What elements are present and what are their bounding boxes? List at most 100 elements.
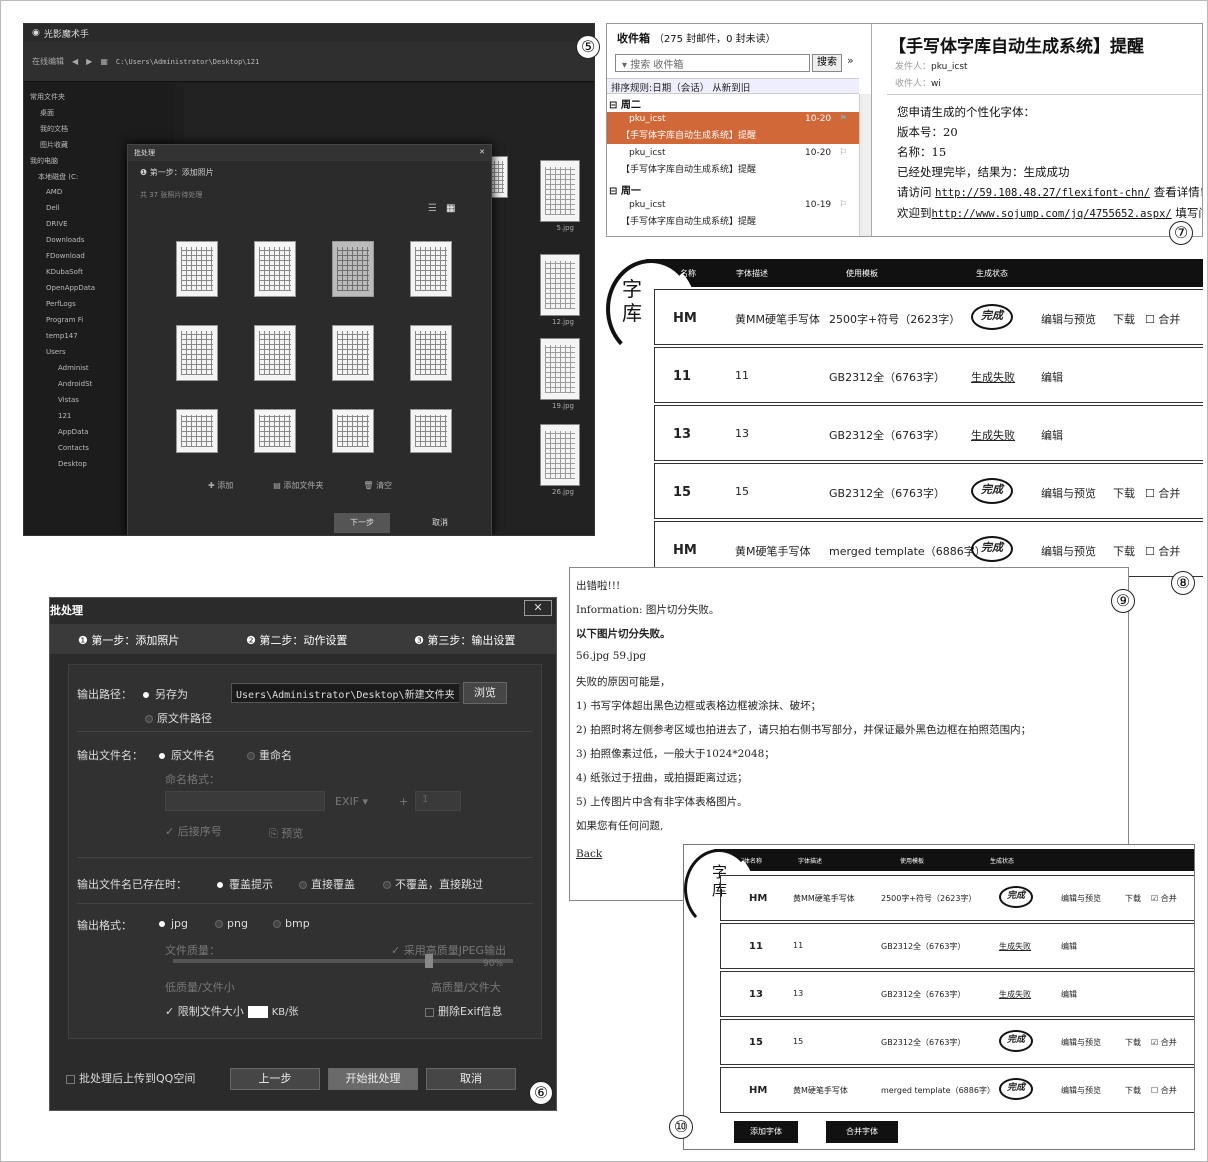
edit-link[interactable]: 编辑 [1061, 989, 1077, 1000]
png-radio[interactable]: png [215, 917, 248, 930]
merge-checkbox[interactable]: ☐ 合并 [1145, 543, 1180, 559]
step-2[interactable]: ❷ 第二步：动作设置 [246, 632, 347, 648]
photo-item[interactable] [176, 409, 218, 453]
photo-item[interactable] [332, 325, 374, 381]
merge-checkbox[interactable]: ☐ 合并 [1145, 311, 1180, 327]
limit-size-checkbox[interactable]: ✓ 限制文件大小 KB/张 [165, 1003, 299, 1019]
group-header[interactable]: ⊟ 周一 [609, 182, 641, 197]
add-button[interactable]: ✚ 添加 [208, 480, 233, 491]
download-link[interactable]: 下载 [1125, 1085, 1141, 1096]
edit-link[interactable]: 编辑与预览 [1041, 311, 1096, 327]
append-seq-checkbox[interactable]: ✓ 后接序号 [165, 823, 222, 839]
merge-checkbox[interactable]: ☐ 合并 [1145, 485, 1180, 501]
thumbnail[interactable] [540, 424, 580, 486]
hq-jpeg-checkbox[interactable]: ✓ 采用高质量JPEG输出 [391, 942, 506, 958]
size-limit-field[interactable] [247, 1006, 268, 1018]
path-bar[interactable]: C:\Users\Administrator\Desktop\121 [116, 58, 259, 66]
group-header[interactable]: ⊟ 周二 [609, 96, 641, 111]
step-1[interactable]: ❶ 第一步：添加照片 [78, 632, 179, 648]
next-button[interactable]: 下一步 [334, 513, 390, 533]
photo-item[interactable] [254, 409, 296, 453]
photo-item[interactable] [176, 241, 218, 297]
quality-slider[interactable] [173, 959, 513, 963]
output-path-field[interactable]: Users\Administrator\Desktop\新建文件夹 [231, 683, 475, 703]
original-name-radio[interactable]: 原文件名 [157, 747, 215, 763]
sort-bar[interactable]: 排序规则:日期（会话） 从新到旧 [607, 78, 859, 94]
download-link[interactable]: 下载 [1113, 311, 1135, 327]
photo-item[interactable] [254, 325, 296, 381]
remove-exif-checkbox[interactable]: 删除Exif信息 [425, 1003, 502, 1019]
search-button[interactable]: 搜索 [812, 54, 842, 72]
survey-link[interactable]: http://www.sojump.com/jq/4755652.aspx/ [932, 208, 1172, 220]
flag-icon[interactable]: ⚐ [839, 148, 847, 158]
original-path-radio[interactable]: 原文件路径 [145, 710, 212, 726]
expand-icon[interactable]: » [847, 54, 854, 67]
flag-icon[interactable]: ⚐ [839, 200, 847, 210]
preview-button[interactable]: ⎘ 预览 [269, 825, 303, 841]
add-font-button[interactable]: 添加字体 [734, 1121, 798, 1143]
quality-slider-handle[interactable] [425, 954, 433, 968]
photo-item[interactable] [254, 241, 296, 297]
step-3[interactable]: ❸ 第三步：输出设置 [414, 632, 515, 648]
overwrite-radio[interactable]: 直接覆盖 [299, 876, 355, 892]
exif-dropdown[interactable]: EXIF ▾ [335, 795, 368, 808]
back-arrow-icon[interactable]: ◀ [72, 57, 78, 66]
mail-item[interactable]: pku_icst 10-20 ⚐ 【手写体字库自动生成系统】提醒 [607, 146, 859, 178]
skip-radio[interactable]: 不覆盖，直接跳过 [383, 876, 483, 892]
rename-radio[interactable]: 重命名 [247, 747, 292, 763]
edit-link[interactable]: 编辑与预览 [1061, 893, 1101, 904]
merge-checkbox[interactable]: ☐ 合并 [1151, 1085, 1177, 1096]
edit-link[interactable]: 编辑与预览 [1061, 1037, 1101, 1048]
edit-link[interactable]: 编辑 [1061, 941, 1077, 952]
thumbnail[interactable] [540, 160, 580, 222]
overwrite-prompt-radio[interactable]: 覆盖提示 [215, 876, 273, 892]
edit-link[interactable]: 编辑 [1041, 427, 1063, 443]
folder-tree-item[interactable]: 桌面 [30, 108, 168, 124]
prev-button[interactable]: 上一步 [230, 1068, 320, 1090]
edit-link[interactable]: 编辑 [1041, 369, 1063, 385]
photo-item[interactable] [410, 325, 452, 381]
thumbnail[interactable] [540, 254, 580, 316]
photo-item[interactable] [332, 409, 374, 453]
save-as-radio[interactable]: 另存为 [141, 686, 188, 702]
scrollbar[interactable] [859, 94, 871, 236]
naming-format-field[interactable] [165, 791, 325, 811]
cancel-button[interactable]: 取消 [426, 1068, 516, 1090]
browse-button[interactable]: 浏览 [463, 682, 507, 704]
forward-arrow-icon[interactable]: ▶ [86, 57, 92, 66]
thumbnail[interactable] [540, 338, 580, 400]
back-link[interactable]: Back [576, 848, 602, 860]
jpg-radio[interactable]: jpg [157, 917, 188, 930]
add-folder-button[interactable]: ▤ 添加文件夹 [273, 480, 323, 491]
close-icon[interactable]: ✕ [479, 148, 485, 158]
visit-link[interactable]: http://59.108.48.27/flexifont-chn/ [935, 187, 1150, 199]
seq-start-field[interactable]: 1 [415, 791, 461, 811]
photo-item[interactable] [176, 325, 218, 381]
photo-item[interactable] [410, 409, 452, 453]
merge-checkbox[interactable]: ☑ 合并 [1151, 893, 1177, 904]
download-link[interactable]: 下载 [1113, 485, 1135, 501]
folder-tree-item[interactable]: 我的文档 [30, 124, 168, 140]
download-link[interactable]: 下载 [1125, 893, 1141, 904]
photo-item-selected[interactable] [332, 241, 374, 297]
edit-link[interactable]: 编辑与预览 [1041, 485, 1096, 501]
search-input[interactable]: ▾ 搜索 收件箱 [615, 54, 810, 72]
upload-qq-checkbox[interactable]: 批处理后上传到QQ空间 [66, 1070, 195, 1086]
checkbox-icon[interactable]: ☐ [1145, 313, 1158, 326]
clear-button[interactable]: 🗑 清空 [363, 480, 392, 491]
photo-item[interactable] [410, 241, 452, 297]
list-view-icon[interactable]: ☰ [428, 203, 437, 214]
mail-item-selected[interactable]: pku_icst 10-20 ⚑ 【手写体字库自动生成系统】提醒 [607, 112, 859, 144]
checkbox-icon[interactable]: ☐ [1145, 545, 1158, 558]
close-icon[interactable]: ✕ [524, 600, 552, 616]
search-dropdown-icon[interactable]: ▾ [622, 60, 627, 71]
cancel-button[interactable]: 取消 [412, 513, 468, 533]
merge-font-button[interactable]: 合并字体 [826, 1121, 898, 1143]
download-link[interactable]: 下载 [1113, 543, 1135, 559]
edit-link[interactable]: 编辑与预览 [1041, 543, 1096, 559]
folder-tree-item[interactable]: 常用文件夹 [30, 92, 168, 108]
checkbox-icon[interactable]: ☐ [1145, 487, 1158, 500]
grid-view-icon[interactable]: ▦ [446, 203, 455, 214]
flag-icon[interactable]: ⚑ [839, 114, 847, 124]
online-edit-button[interactable]: 在线编辑 [32, 56, 64, 67]
